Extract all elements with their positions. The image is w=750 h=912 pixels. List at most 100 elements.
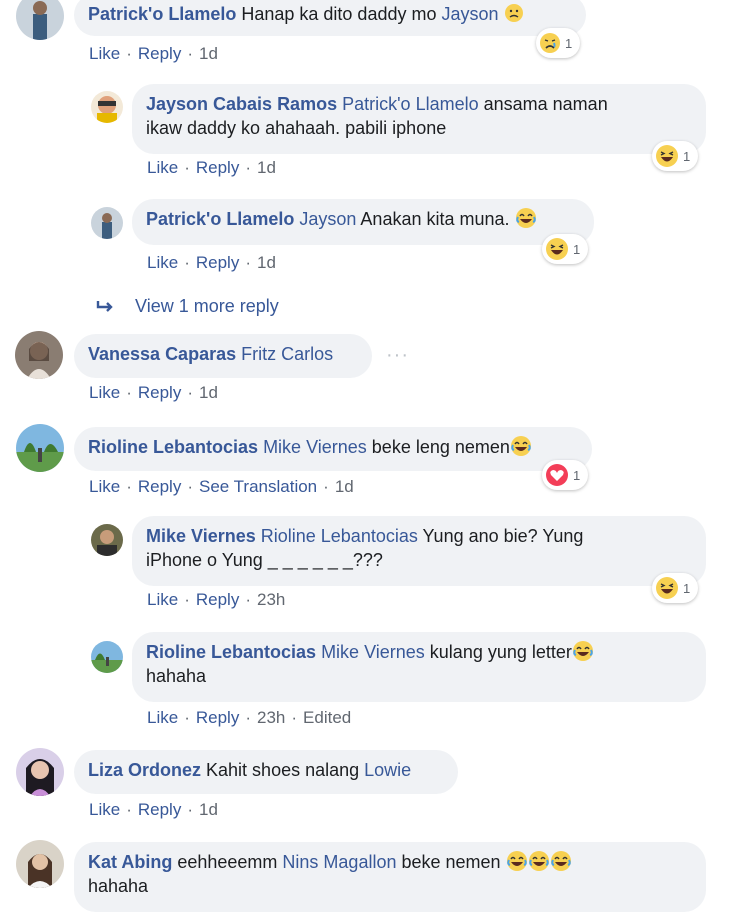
comment-text: ansama naman — [483, 94, 608, 114]
comment-author[interactable]: Vanessa Caparas — [88, 344, 236, 364]
reaction-count: 1 — [573, 241, 581, 257]
like-link[interactable]: Like — [147, 253, 178, 272]
avatar[interactable] — [15, 331, 63, 379]
comment-actions: Like · Reply · See Translation · 1d — [89, 477, 354, 496]
comment-author[interactable]: Rioline Lebantocias — [88, 437, 258, 457]
more-options-icon[interactable]: ··· — [386, 344, 409, 367]
reply-link[interactable]: Reply — [138, 800, 181, 819]
view-more-replies-link[interactable]: View 1 more reply — [96, 296, 279, 317]
timestamp[interactable]: 1d — [335, 477, 354, 496]
reaction-count: 1 — [573, 467, 581, 483]
like-link[interactable]: Like — [89, 383, 120, 402]
comment-author[interactable]: Mike Viernes — [146, 526, 256, 546]
comment-bubble: Rioline Lebantocias Mike Viernes kulang … — [132, 632, 706, 702]
like-link[interactable]: Like — [147, 708, 178, 727]
reply-arrow-icon — [96, 296, 116, 316]
mention-link[interactable]: Patrick'o Llamelo — [342, 94, 479, 114]
reply-link[interactable]: Reply — [138, 477, 181, 496]
view-more-label[interactable]: View 1 more reply — [135, 296, 279, 316]
comment-bubble: Patrick'o Llamelo Jayson Anakan kita mun… — [132, 199, 594, 245]
laughing-face-icon — [550, 851, 572, 872]
comment-text: iPhone o Yung _ _ _ _ _ _??? — [146, 550, 383, 570]
like-link[interactable]: Like — [89, 477, 120, 496]
edited-label[interactable]: Edited — [303, 708, 351, 727]
reply-link[interactable]: Reply — [138, 383, 181, 402]
mention-link[interactable]: Jayson — [299, 209, 356, 229]
timestamp[interactable]: 1d — [257, 158, 276, 177]
like-link[interactable]: Like — [89, 44, 120, 63]
avatar[interactable] — [91, 641, 123, 673]
sad-reaction-icon — [540, 33, 560, 53]
comment-text: Kahit shoes nalang — [206, 760, 365, 780]
comment-text: ikaw daddy ko ahahaah. pabili iphone — [146, 118, 447, 138]
comment-actions: Like · Reply · 1d — [147, 253, 276, 272]
reaction-badge[interactable]: 1 — [542, 460, 589, 490]
love-reaction-icon — [546, 464, 568, 486]
comment-bubble: Mike Viernes Rioline Lebantocias Yung an… — [132, 516, 706, 586]
mention-link[interactable]: Fritz Carlos — [241, 344, 333, 364]
avatar[interactable] — [91, 207, 123, 239]
comment-author[interactable]: Liza Ordonez — [88, 760, 201, 780]
comment-author[interactable]: Patrick'o Llamelo — [146, 209, 294, 229]
mention-link[interactable]: Lowie — [364, 760, 411, 780]
mention-link[interactable]: Jayson — [442, 4, 499, 24]
reaction-count: 1 — [683, 148, 691, 164]
avatar[interactable] — [16, 748, 64, 796]
timestamp[interactable]: 1d — [199, 383, 218, 402]
comment-text: Hanap ka dito daddy mo — [241, 4, 442, 24]
haha-reaction-icon — [546, 238, 568, 260]
comment-author[interactable]: Kat Abing — [88, 852, 172, 872]
mention-link[interactable]: Rioline Lebantocias — [261, 526, 418, 546]
reply-link[interactable]: Reply — [196, 708, 239, 727]
comment-text: Anakan kita muna. — [360, 209, 510, 229]
avatar[interactable] — [16, 840, 64, 888]
laughing-face-icon — [572, 641, 594, 662]
comment-author[interactable]: Jayson Cabais Ramos — [146, 94, 337, 114]
avatar[interactable] — [16, 0, 64, 40]
comment-text: hahaha — [146, 666, 207, 686]
comment-actions: Like · Reply · 23h — [147, 590, 286, 609]
timestamp[interactable]: 23h — [257, 708, 285, 727]
see-translation-link[interactable]: See Translation — [199, 477, 317, 496]
comment-text: hahaha — [88, 876, 149, 896]
comment-actions: Like · Reply · 1d — [89, 44, 218, 63]
reaction-badge[interactable]: 1 — [542, 234, 589, 264]
reaction-badge[interactable]: 1 — [652, 141, 699, 171]
reply-link[interactable]: Reply — [138, 44, 181, 63]
comment-bubble: Jayson Cabais Ramos Patrick'o Llamelo an… — [132, 84, 706, 154]
reaction-badge[interactable]: 1 — [536, 28, 581, 58]
reaction-count: 1 — [565, 35, 573, 51]
mention-link[interactable]: Mike Viernes — [321, 642, 425, 662]
mention-link[interactable]: Mike Viernes — [263, 437, 367, 457]
avatar[interactable] — [16, 424, 64, 472]
comment-bubble: Vanessa Caparas Fritz Carlos — [74, 334, 372, 378]
comment-bubble: Liza Ordonez Kahit shoes nalang Lowie — [74, 750, 458, 794]
like-link[interactable]: Like — [147, 158, 178, 177]
reply-link[interactable]: Reply — [196, 158, 239, 177]
reaction-badge[interactable]: 1 — [652, 573, 699, 603]
reply-link[interactable]: Reply — [196, 253, 239, 272]
comment-actions: Like · Reply · 1d — [89, 800, 218, 819]
reply-link[interactable]: Reply — [196, 590, 239, 609]
mention-link[interactable]: Nins Magallon — [282, 852, 396, 872]
comment-bubble: Kat Abing eehheeemm Nins Magallon beke n… — [74, 842, 706, 912]
comment-author[interactable]: Patrick'o Llamelo — [88, 4, 236, 24]
laughing-face-icon — [506, 851, 528, 872]
avatar[interactable] — [91, 524, 123, 556]
comment-author[interactable]: Rioline Lebantocias — [146, 642, 316, 662]
comment-text: Yung ano bie? Yung — [422, 526, 584, 546]
timestamp[interactable]: 1d — [199, 44, 218, 63]
timestamp[interactable]: 1d — [257, 253, 276, 272]
haha-reaction-icon — [656, 145, 678, 167]
laughing-face-icon — [515, 208, 537, 229]
comment-bubble: Rioline Lebantocias Mike Viernes beke le… — [74, 427, 592, 471]
sad-face-icon — [504, 4, 524, 24]
haha-reaction-icon — [656, 577, 678, 599]
like-link[interactable]: Like — [147, 590, 178, 609]
timestamp[interactable]: 23h — [257, 590, 285, 609]
timestamp[interactable]: 1d — [199, 800, 218, 819]
comment-text: beke nemen — [401, 852, 501, 872]
avatar[interactable] — [91, 91, 123, 123]
like-link[interactable]: Like — [89, 800, 120, 819]
comment-text: kulang yung letter — [429, 642, 572, 662]
